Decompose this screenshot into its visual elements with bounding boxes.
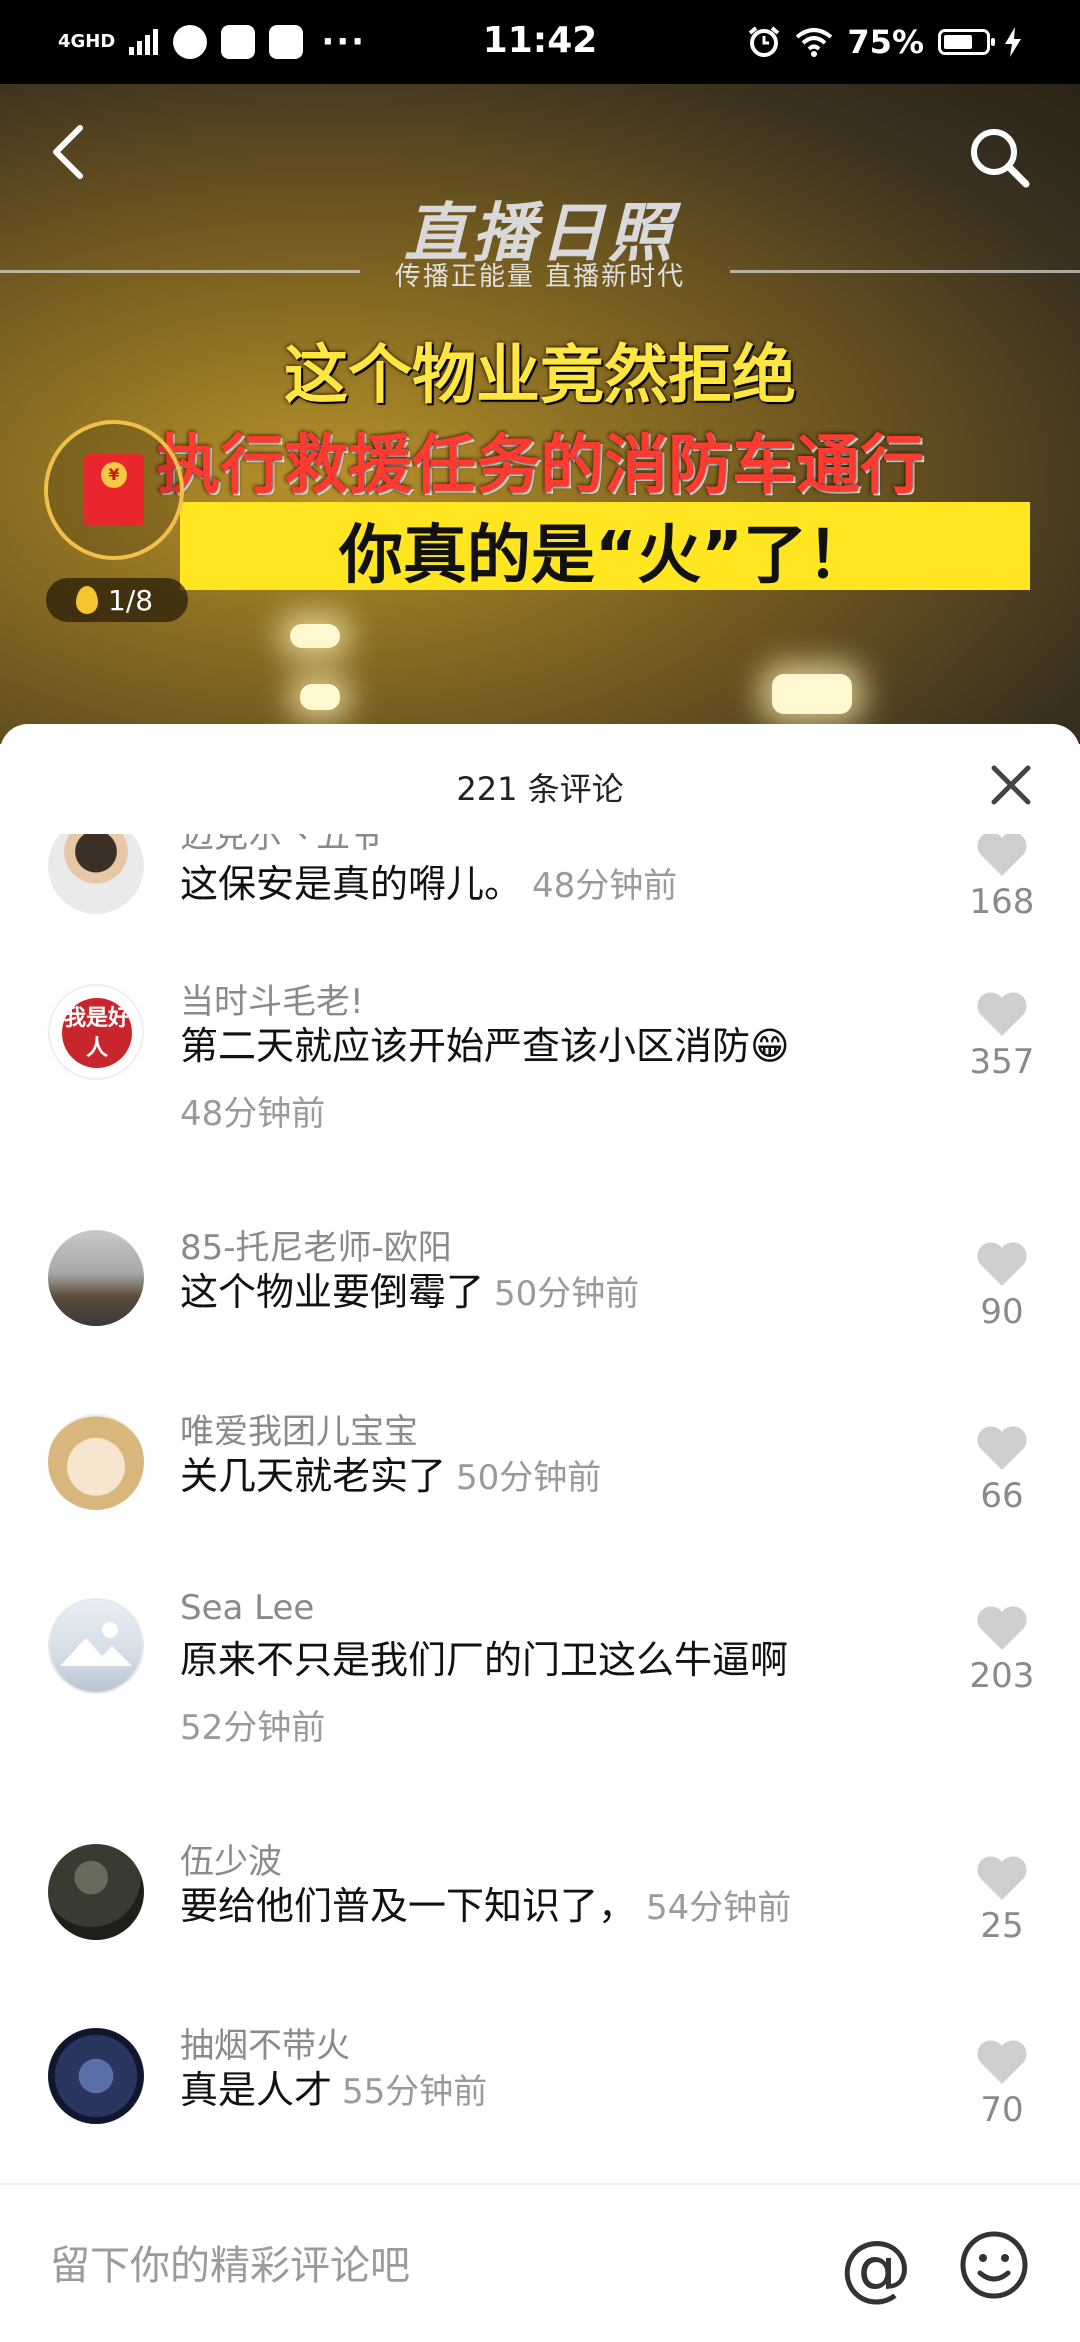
comment-input-bar: 留下你的精彩评论吧 @ <box>0 2183 1080 2342</box>
list-item: Sea Lee 原来不只是我们厂的门卫这么牛逼啊 52分钟前 203 <box>0 1588 1080 1748</box>
list-item: 85-托尼老师-欧阳 这个物业要倒霉了 50分钟前 90 <box>0 1220 1080 1350</box>
video-caption-line1: 这个物业竟然拒绝 <box>284 339 796 413</box>
close-button[interactable] <box>986 760 1036 810</box>
comment-time: 52分钟前 <box>180 1708 326 1748</box>
pager-text: 1/8 <box>108 583 154 617</box>
comment-time: 50分钟前 <box>494 1274 640 1314</box>
alarm-icon <box>749 26 780 57</box>
like-count: 25 <box>980 1906 1024 1946</box>
scene-light <box>290 624 340 648</box>
comment-time: 48分钟前 <box>180 1094 326 1134</box>
avatar[interactable] <box>48 1230 144 1326</box>
heart-icon <box>977 1426 1027 1470</box>
comment-body: 这个物业要倒霉了 <box>180 1270 485 1314</box>
comment-body: 真是人才 <box>180 2068 333 2112</box>
comment-text: 这保安是真的嘚儿。 48分钟前 <box>180 854 920 916</box>
avatar-badge-text: 我是好人 <box>63 1006 130 1061</box>
like-button[interactable]: 203 <box>952 1604 1052 1696</box>
like-button[interactable]: 66 <box>952 1424 1052 1516</box>
video-caption-line3: 你真的是“火”了！ <box>338 519 872 593</box>
scene-light <box>300 684 340 710</box>
comment-text: 要给他们普及一下知识了， 54分钟前 <box>180 1876 920 1938</box>
emoji-button[interactable] <box>958 2229 1030 2301</box>
comment-text: 真是人才 55分钟前 <box>180 2060 920 2122</box>
avatar-badge: 我是好人 <box>62 998 132 1068</box>
like-button[interactable]: 90 <box>952 1240 1052 1332</box>
list-item: 迈克尔丶五爷 这保安是真的嘚儿。 48分钟前 168 <box>0 834 1080 938</box>
like-button[interactable]: 357 <box>952 990 1052 1082</box>
list-item: 我是好人 当时斗毛老! 第二天就应该开始严查该小区消防😁 48分钟前 357 <box>0 974 1080 1134</box>
red-packet-icon: ¥ <box>84 454 144 526</box>
comments-sheet: 221 条评论 迈克尔丶五爷 这保安是真的嘚儿。 48分钟前 168 我是好人 当… <box>0 724 1080 2340</box>
comment-body: 关几天就老实了 <box>180 1454 447 1498</box>
comment-body: 要给他们普及一下知识了， <box>180 1884 637 1928</box>
comments-list[interactable]: 迈克尔丶五爷 这保安是真的嘚儿。 48分钟前 168 我是好人 当时斗毛老! 第二… <box>0 834 1080 2179</box>
mention-button[interactable]: @ <box>838 2229 914 2305</box>
video-player[interactable]: 直播日照 传播正能量 直播新时代 这个物业竟然拒绝 执行救援任务的消防车通行 你… <box>0 84 1080 744</box>
comment-time: 54分钟前 <box>646 1888 792 1928</box>
at-icon: @ <box>840 2225 912 2309</box>
like-count: 66 <box>980 1476 1024 1516</box>
battery-percent: 75% <box>847 23 924 61</box>
video-slogan: 传播正能量 直播新时代 <box>394 262 686 292</box>
back-arrow-icon <box>53 125 83 179</box>
comment-text: 关几天就老实了 50分钟前 <box>180 1446 920 1508</box>
avatar[interactable] <box>48 1598 144 1694</box>
avatar[interactable] <box>48 2028 144 2124</box>
search-icon <box>971 129 1030 188</box>
heart-icon <box>977 1606 1027 1650</box>
status-right: 75% <box>747 20 1022 64</box>
comments-count-title: 221 条评论 <box>456 770 624 808</box>
list-item: 唯爱我团儿宝宝 关几天就老实了 50分钟前 66 <box>0 1404 1080 1534</box>
gold-egg-icon <box>76 586 98 614</box>
comment-text: 这个物业要倒霉了 50分钟前 <box>180 1262 920 1324</box>
like-count: 168 <box>969 882 1035 922</box>
like-button[interactable]: 168 <box>952 834 1052 922</box>
avatar[interactable]: 我是好人 <box>48 984 144 1080</box>
like-count: 90 <box>980 1292 1024 1332</box>
heart-icon <box>977 2040 1027 2084</box>
battery-icon <box>938 29 995 55</box>
list-item: 抽烟不带火 真是人才 55分钟前 70 <box>0 2018 1080 2148</box>
like-count: 203 <box>969 1656 1035 1696</box>
comment-time: 55分钟前 <box>342 2072 488 2112</box>
coin-icon: ¥ <box>101 462 127 488</box>
mountain-icon <box>60 1622 132 1666</box>
comment-username[interactable]: Sea Lee <box>180 1588 314 1628</box>
heart-icon <box>977 1242 1027 1286</box>
like-count: 70 <box>980 2090 1024 2130</box>
search-button[interactable] <box>966 124 1032 190</box>
close-icon <box>991 765 1031 805</box>
like-button[interactable]: 25 <box>952 1854 1052 1946</box>
comment-time: 50分钟前 <box>456 1458 602 1498</box>
comment-text: 原来不只是我们厂的门卫这么牛逼啊 <box>180 1638 789 1682</box>
charging-icon <box>1005 27 1021 57</box>
status-bar: 4GHD ··· 11:42 75% <box>0 0 1080 84</box>
list-item: 伍少波 要给他们普及一下知识了， 54分钟前 25 <box>0 1834 1080 1964</box>
comment-time: 48分钟前 <box>532 866 678 906</box>
avatar[interactable] <box>48 1844 144 1940</box>
emoji-icon <box>960 2231 1028 2299</box>
red-packet-progress: 1/8 <box>46 578 188 622</box>
comment-body: 这保安是真的嘚儿。 <box>180 862 523 906</box>
heart-icon <box>977 834 1027 876</box>
heart-icon <box>977 1856 1027 1900</box>
avatar[interactable] <box>48 834 144 914</box>
like-count: 357 <box>969 1042 1035 1082</box>
scene-light <box>772 674 852 714</box>
avatar[interactable] <box>48 1414 144 1510</box>
heart-icon <box>977 992 1027 1036</box>
comment-text: 第二天就应该开始严查该小区消防😁 <box>180 1024 790 1068</box>
comment-input[interactable]: 留下你的精彩评论吧 <box>50 2233 410 2291</box>
wifi-icon <box>796 28 833 57</box>
like-button[interactable]: 70 <box>952 2038 1052 2130</box>
